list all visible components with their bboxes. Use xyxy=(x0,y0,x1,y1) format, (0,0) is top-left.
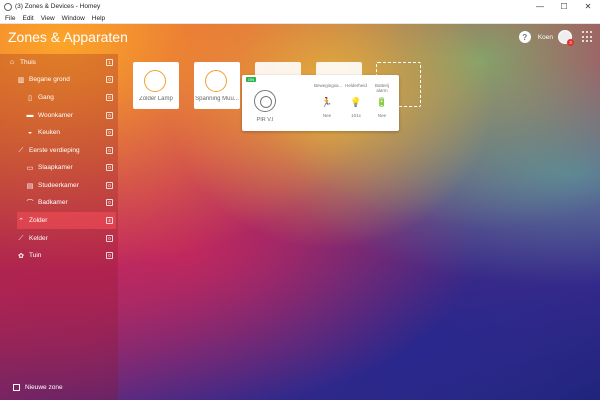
zone-item-slaapkamer[interactable]: ▭ Slaapkamer 0 xyxy=(26,159,116,176)
zone-item-zolder[interactable]: ⌃ Zolder 4 xyxy=(17,212,116,229)
bulb-icon: 💡 xyxy=(350,97,362,107)
zone-item-thuis[interactable]: ⌂ Thuis 1 xyxy=(8,54,116,71)
minimize-button[interactable]: — xyxy=(528,0,552,13)
attic-icon: ⌃ xyxy=(18,217,24,225)
zone-label: Keuken xyxy=(38,129,61,136)
sofa-icon: ▬ xyxy=(26,112,34,119)
capability-value: 101x xyxy=(351,113,361,118)
capability-motion[interactable]: Bewegingsa... 🏃 Nee xyxy=(314,83,343,118)
plug-icon xyxy=(205,70,227,92)
maximize-button[interactable]: ☐ xyxy=(552,0,576,13)
motion-sensor-icon xyxy=(254,90,276,112)
battery-icon: 🔋 xyxy=(376,97,388,107)
motion-icon: 🏃 xyxy=(321,97,333,107)
basement-icon: ⟋ xyxy=(18,234,24,242)
zone-label: Slaapkamer xyxy=(38,164,73,171)
zone-label: Zolder xyxy=(29,217,48,224)
device-card-hidden-2[interactable] xyxy=(316,62,362,75)
capability-value: Nee xyxy=(322,113,332,118)
menu-bar: File Edit View Window Help xyxy=(0,13,600,24)
capability-name: Helderheid xyxy=(345,83,367,88)
help-button[interactable]: ? xyxy=(518,31,531,43)
close-button[interactable]: ✕ xyxy=(576,0,600,13)
capability-name: Bewegingsa... xyxy=(314,83,343,88)
device-card-zolder-lamp[interactable]: Zolder Lamp xyxy=(133,62,179,109)
page-title: Zones & Apparaten xyxy=(8,29,128,45)
zone-label: Begane grond xyxy=(29,76,70,83)
zone-item-badkamer[interactable]: ⌒ Badkamer 0 xyxy=(26,194,116,211)
zone-label: Woonkamer xyxy=(38,112,73,119)
capability-battery-alarm[interactable]: Batterij alarm 🔋 Nee xyxy=(369,83,395,118)
menu-edit[interactable]: Edit xyxy=(22,15,33,22)
zone-count: 1 xyxy=(106,59,113,66)
zone-count: 4 xyxy=(106,217,113,224)
door-icon: ▯ xyxy=(28,94,32,102)
shower-icon: ⌒ xyxy=(26,199,34,207)
zone-label: Tuin xyxy=(29,252,42,259)
zone-item-keuken[interactable]: ◒ Keuken 0 xyxy=(26,124,116,141)
zone-item-begane-grond[interactable]: ▥ Begane grond 0 xyxy=(17,71,116,88)
zone-item-gang[interactable]: ▯ Gang 0 xyxy=(26,89,116,106)
garden-icon: ✿ xyxy=(18,252,24,260)
window-title: (3) Zones & Devices - Homey xyxy=(15,3,101,10)
window-titlebar: (3) Zones & Devices - Homey — ☐ ✕ xyxy=(0,0,600,13)
zone-count: 0 xyxy=(106,147,113,154)
device-label: PIR V.I xyxy=(256,117,274,123)
zone-label: Thuis xyxy=(20,59,36,66)
zone-count: 0 xyxy=(106,235,113,242)
menu-help[interactable]: Help xyxy=(92,15,105,22)
zone-label: Eerste verdieping xyxy=(29,147,80,154)
apps-grid-icon[interactable] xyxy=(582,31,594,43)
new-zone-label: Nieuwe zone xyxy=(25,384,63,391)
capability-name: Batterij alarm xyxy=(374,83,389,93)
lamp-icon xyxy=(144,70,166,92)
zone-label: Gang xyxy=(38,94,54,101)
stairs-icon: ⟋ xyxy=(18,146,24,154)
zone-label: Kelder xyxy=(29,235,48,242)
kitchen-icon: ◒ xyxy=(27,129,33,136)
zone-count: 0 xyxy=(106,76,113,83)
desk-icon: ▤ xyxy=(26,182,34,190)
device-card-spanning[interactable]: Spanning Muu... xyxy=(194,62,240,109)
avatar[interactable]: 3 xyxy=(558,30,574,46)
zone-item-studeerkamer[interactable]: ▤ Studeerkamer 0 xyxy=(26,177,116,194)
zone-count: 0 xyxy=(106,252,113,259)
capability-brightness[interactable]: Helderheid 💡 101x xyxy=(343,83,369,118)
menu-file[interactable]: File xyxy=(5,15,15,22)
on-badge: ON xyxy=(246,77,256,82)
app-header: Zones & Apparaten ? Koen 3 xyxy=(0,24,600,50)
zone-label: Badkamer xyxy=(38,199,68,206)
floor-icon: ▥ xyxy=(17,76,25,84)
zone-count: 0 xyxy=(106,199,113,206)
device-label: Zolder Lamp xyxy=(139,96,173,102)
notification-badge: 3 xyxy=(567,39,574,46)
zone-count: 0 xyxy=(106,94,113,101)
zone-item-woonkamer[interactable]: ▬ Woonkamer 0 xyxy=(26,107,116,124)
new-zone-button[interactable]: Nieuwe zone xyxy=(13,384,63,391)
zone-item-kelder[interactable]: ⟋ Kelder 0 xyxy=(17,230,116,247)
zone-item-eerste-verdieping[interactable]: ⟋ Eerste verdieping 0 xyxy=(17,142,116,159)
device-card-hidden[interactable] xyxy=(255,62,301,75)
device-detail-popup[interactable]: ON PIR V.I Bewegingsa... 🏃 Nee Helderhei… xyxy=(242,75,399,131)
menu-window[interactable]: Window xyxy=(62,15,85,22)
zone-label: Studeerkamer xyxy=(38,182,79,189)
new-zone-icon xyxy=(13,384,20,391)
capability-value: Nee xyxy=(377,113,387,118)
user-name[interactable]: Koen xyxy=(538,34,553,41)
zone-count: 0 xyxy=(106,129,113,136)
bed-icon: ▭ xyxy=(26,164,34,172)
home-icon: ⌂ xyxy=(9,59,15,66)
device-label: Spanning Muu... xyxy=(195,96,239,102)
menu-view[interactable]: View xyxy=(41,15,55,22)
zone-count: 0 xyxy=(106,112,113,119)
zone-count: 0 xyxy=(106,182,113,189)
zone-count: 0 xyxy=(106,164,113,171)
homey-app-icon xyxy=(4,2,12,11)
zone-item-tuin[interactable]: ✿ Tuin 0 xyxy=(17,247,116,264)
